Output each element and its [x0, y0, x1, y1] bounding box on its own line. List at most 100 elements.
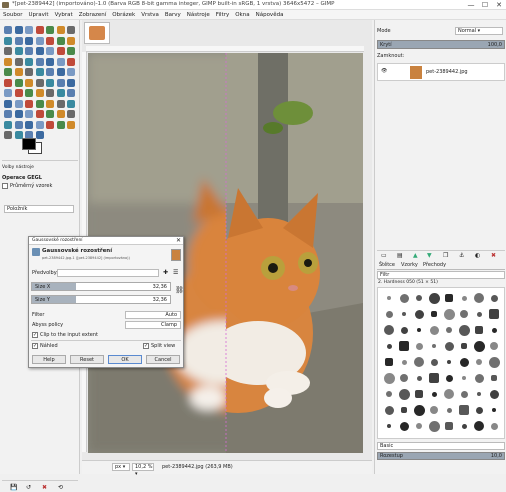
brush-preview[interactable] [387, 424, 391, 428]
brush-grid[interactable] [377, 287, 505, 439]
brush-preview[interactable] [384, 325, 394, 335]
tool-icon[interactable] [25, 26, 33, 34]
brush-preview[interactable] [474, 421, 484, 431]
tool-icon[interactable] [56, 36, 65, 45]
brush-preview[interactable] [492, 408, 496, 412]
maximize-button[interactable]: ☐ [478, 0, 492, 10]
size-y-slider[interactable]: Size Y 32,36 [31, 295, 171, 304]
menu-zobrazeni[interactable]: Zobrazení [76, 10, 110, 20]
reset-button[interactable]: Reset [70, 355, 104, 364]
tab-brushes[interactable]: Štětce [379, 262, 395, 268]
menu-napoveda[interactable]: Nápověda [253, 10, 287, 20]
tool-icon[interactable] [35, 120, 44, 129]
tool-icon[interactable] [35, 26, 44, 34]
tool-icon[interactable] [25, 89, 33, 97]
visibility-eye-icon[interactable]: 👁 [381, 68, 387, 74]
tool-icon[interactable] [46, 110, 54, 118]
abyss-select[interactable]: Clamp [125, 321, 181, 329]
unit-select[interactable]: px ▾ [112, 463, 130, 471]
brush-preview[interactable] [415, 342, 423, 350]
tool-icon[interactable] [46, 57, 54, 66]
tool-icon[interactable] [14, 99, 23, 108]
tool-icon[interactable] [46, 36, 54, 45]
menu-nastroje[interactable]: Nástroje [184, 10, 213, 20]
ok-button[interactable]: OK [108, 355, 142, 364]
tool-icon[interactable] [14, 110, 23, 118]
tool-icon[interactable] [35, 36, 44, 45]
tool-icon[interactable] [46, 78, 54, 87]
tool-icon[interactable] [4, 120, 12, 129]
foreground-color-swatch[interactable] [22, 138, 36, 150]
brush-preview[interactable] [399, 293, 409, 303]
brush-preview[interactable] [432, 344, 436, 348]
brush-preview[interactable] [490, 422, 498, 430]
tool-icon[interactable] [25, 99, 33, 108]
brush-preview[interactable] [444, 389, 454, 399]
tool-icon[interactable] [14, 26, 23, 34]
tool-icon[interactable] [4, 110, 12, 118]
tool-icon[interactable] [4, 26, 12, 34]
tool-icon[interactable] [67, 68, 75, 76]
minimize-button[interactable]: — [464, 0, 478, 10]
tool-icon[interactable] [14, 47, 23, 55]
brush-preview[interactable] [387, 296, 391, 300]
tool-icon[interactable] [14, 57, 23, 66]
delete-options-icon[interactable]: ✖ [42, 484, 47, 491]
raise-layer-icon[interactable]: ▲ [413, 252, 418, 259]
brush-preview[interactable] [430, 358, 438, 366]
brush-preview[interactable] [386, 391, 392, 397]
brush-preview[interactable] [476, 359, 482, 365]
brush-preview[interactable] [461, 295, 467, 301]
brush-preview[interactable] [461, 343, 467, 349]
tool-icon[interactable] [14, 68, 23, 76]
tool-icon[interactable] [4, 131, 12, 139]
brush-preview[interactable] [460, 310, 468, 318]
tab-gradients[interactable]: Přechody [423, 262, 446, 268]
tool-icon[interactable] [67, 120, 75, 129]
brush-preview[interactable] [413, 404, 425, 416]
menu-obrazek[interactable]: Obrázek [109, 10, 138, 20]
tool-icon[interactable] [46, 47, 54, 55]
brush-preview[interactable] [491, 375, 497, 381]
tool-icon[interactable] [46, 26, 54, 34]
tool-icon[interactable] [4, 47, 12, 55]
tool-icon[interactable] [67, 57, 75, 66]
tool-icon[interactable] [4, 57, 12, 66]
dialog-close-icon[interactable]: ✕ [176, 237, 181, 244]
filter-select[interactable]: Auto [125, 311, 181, 319]
chain-link-icon[interactable]: ⛓ [175, 286, 184, 294]
tool-icon[interactable] [25, 78, 33, 87]
tool-icon[interactable] [14, 89, 23, 97]
tool-icon[interactable] [56, 26, 65, 34]
tool-icon[interactable] [67, 36, 75, 45]
brush-preview[interactable] [489, 309, 499, 319]
size-x-slider[interactable]: Size X 32,36 [31, 282, 171, 291]
tool-icon[interactable] [35, 68, 44, 76]
brush-preview[interactable] [430, 406, 438, 414]
brush-preview[interactable] [416, 423, 422, 429]
image-tab[interactable] [84, 22, 110, 44]
brush-preview[interactable] [431, 311, 437, 317]
tool-icon[interactable] [4, 36, 12, 45]
tool-icon[interactable] [25, 68, 33, 76]
tool-icon[interactable] [46, 89, 54, 97]
presets-select[interactable] [57, 269, 159, 277]
tool-icon[interactable] [14, 36, 23, 45]
split-view-checkbox[interactable]: ✓ [143, 343, 149, 349]
tool-icon[interactable] [4, 89, 12, 97]
brush-preview[interactable] [414, 309, 424, 319]
menu-vybrat[interactable]: Vybrat [52, 10, 76, 20]
tool-icon[interactable] [35, 89, 44, 97]
brush-preview[interactable] [476, 311, 482, 317]
tool-icon[interactable] [4, 68, 12, 76]
tool-icon[interactable] [67, 99, 75, 108]
tool-icon[interactable] [56, 47, 65, 55]
brush-preview[interactable] [385, 310, 393, 318]
brush-preview[interactable] [445, 422, 453, 430]
menu-filtry[interactable]: Filtry [213, 10, 233, 20]
menu-okna[interactable]: Okna [232, 10, 252, 20]
brush-preview[interactable] [477, 392, 481, 396]
tool-icon[interactable] [67, 110, 75, 118]
brush-preview[interactable] [417, 328, 421, 332]
brush-preview[interactable] [489, 389, 499, 399]
